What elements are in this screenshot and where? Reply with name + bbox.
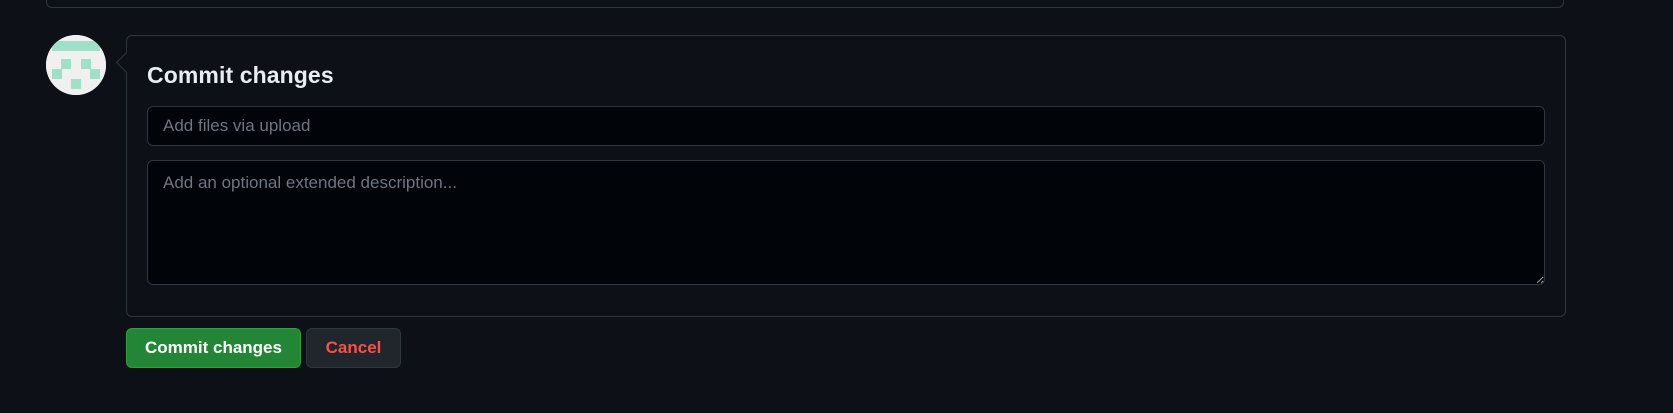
previous-panel	[46, 0, 1564, 8]
user-avatar[interactable]	[46, 35, 106, 95]
commit-changes-button[interactable]: Commit changes	[126, 328, 301, 368]
commit-form: Commit changes	[115, 35, 1566, 317]
cancel-button[interactable]: Cancel	[306, 328, 401, 368]
commit-description-textarea[interactable]	[147, 160, 1545, 285]
commit-title: Commit changes	[147, 62, 334, 88]
identicon-avatar-icon	[46, 35, 106, 95]
commit-summary-input[interactable]	[147, 106, 1545, 146]
speech-caret	[115, 51, 138, 74]
